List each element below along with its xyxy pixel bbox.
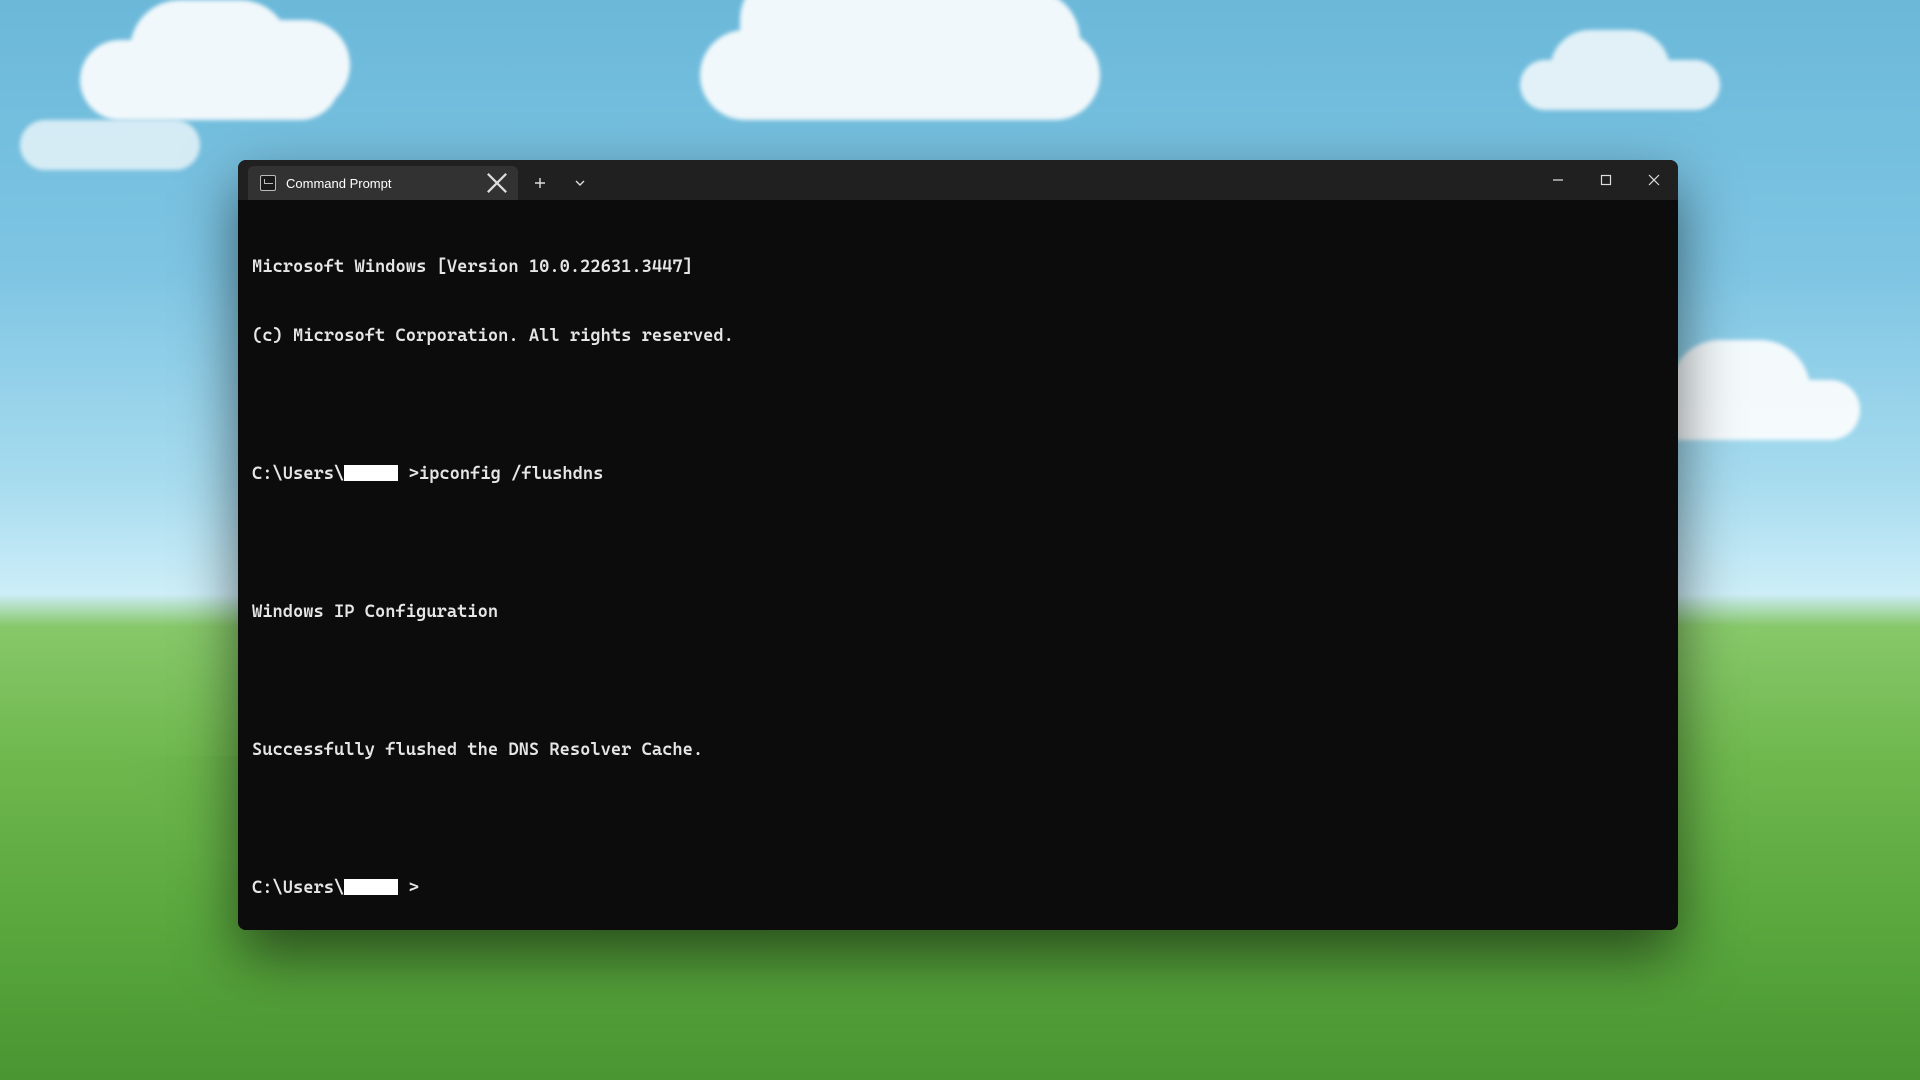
prompt-prefix: C:\Users\ <box>252 464 344 484</box>
tab-strip: Command Prompt <box>238 160 598 200</box>
terminal-result: Successfully flushed the DNS Resolver Ca… <box>252 739 1664 762</box>
terminal-command-line: C:\Users\ >ipconfig /flushdns <box>252 463 1664 486</box>
minimize-button[interactable] <box>1534 160 1582 200</box>
desktop-cloud <box>1520 60 1720 110</box>
prompt-suffix: > <box>409 464 419 484</box>
terminal-section-title: Windows IP Configuration <box>252 601 1664 624</box>
new-tab-button[interactable] <box>522 166 558 200</box>
prompt-prefix: C:\Users\ <box>252 878 344 898</box>
redacted-username <box>344 465 398 481</box>
desktop-cloud <box>700 30 1100 120</box>
terminal-blank <box>252 394 1664 417</box>
terminal-content[interactable]: Microsoft Windows [Version 10.0.22631.34… <box>238 200 1678 930</box>
redacted-username <box>344 879 398 895</box>
terminal-blank <box>252 670 1664 693</box>
terminal-window: Command Prompt Mic <box>238 160 1678 930</box>
terminal-prompt-line: C:\Users\ > <box>252 877 1664 900</box>
prompt-suffix: > <box>409 878 419 898</box>
maximize-button[interactable] <box>1582 160 1630 200</box>
terminal-line: (c) Microsoft Corporation. All rights re… <box>252 325 1664 348</box>
close-button[interactable] <box>1630 160 1678 200</box>
tab-title: Command Prompt <box>286 176 476 191</box>
window-controls <box>1534 160 1678 200</box>
terminal-blank <box>252 808 1664 831</box>
command-text: ipconfig /flushdns <box>419 464 604 484</box>
titlebar[interactable]: Command Prompt <box>238 160 1678 200</box>
tab-command-prompt[interactable]: Command Prompt <box>248 166 518 200</box>
tab-dropdown-button[interactable] <box>562 166 598 200</box>
desktop-cloud <box>20 120 200 170</box>
cmd-icon <box>260 175 276 191</box>
desktop-cloud <box>80 40 340 120</box>
terminal-blank <box>252 532 1664 555</box>
terminal-line: Microsoft Windows [Version 10.0.22631.34… <box>252 256 1664 279</box>
tab-close-button[interactable] <box>486 172 508 194</box>
titlebar-drag-region[interactable] <box>598 160 1534 200</box>
